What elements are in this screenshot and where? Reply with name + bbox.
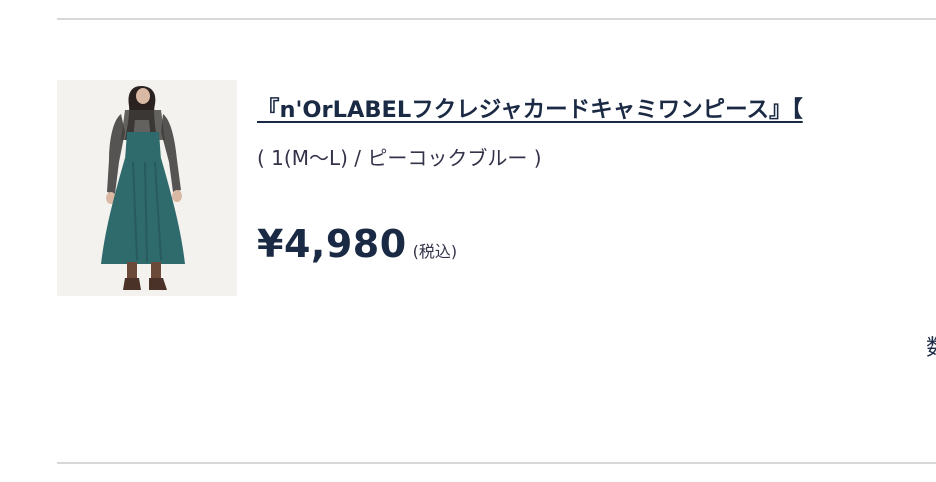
dress-image: [57, 80, 237, 296]
divider-bottom: [57, 462, 936, 464]
price-tax-note: (税込): [412, 242, 458, 261]
price-amount: ¥4,980: [257, 222, 407, 266]
cart-page: 『n'OrLABELフクレジャカードキャミワンピース』【 ( 1(M〜L) / …: [0, 0, 936, 482]
quantity-label: 数: [926, 330, 936, 362]
product-variant: ( 1(M〜L) / ピーコックブルー ): [257, 146, 542, 170]
product-title-link[interactable]: 『n'OrLABELフクレジャカードキャミワンピース』【: [257, 92, 803, 124]
product-price: ¥4,980 (税込): [257, 222, 457, 266]
divider-top: [57, 18, 936, 20]
product-thumbnail[interactable]: [57, 80, 237, 296]
